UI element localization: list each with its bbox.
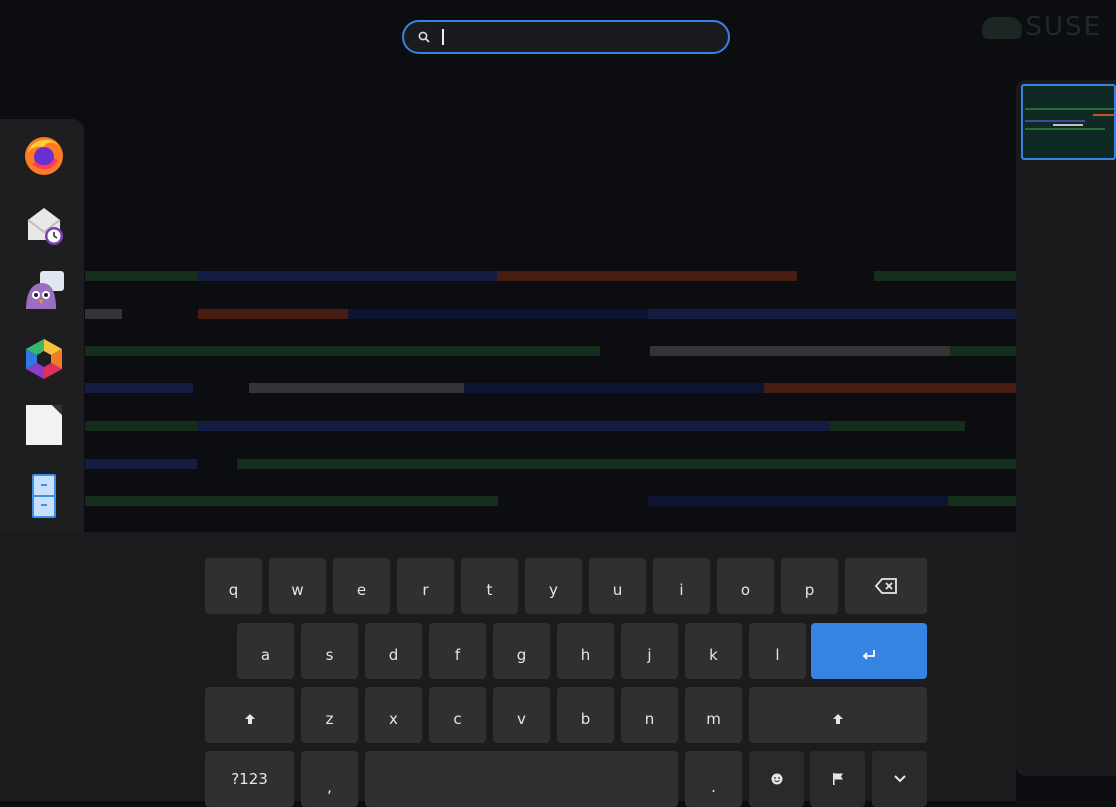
brand-text: SUSE <box>1025 12 1102 42</box>
flag-icon <box>832 773 843 785</box>
bg-stripe <box>348 309 648 319</box>
key-o[interactable]: o <box>717 558 774 614</box>
search-input[interactable] <box>438 27 712 47</box>
bg-stripe <box>648 496 948 506</box>
file-cabinet-icon <box>32 474 56 518</box>
bg-stripe <box>197 271 497 281</box>
mail-clock-icon <box>27 208 63 245</box>
search-icon <box>418 28 430 47</box>
enter-key[interactable] <box>811 623 927 679</box>
dash-item-file-cabinet[interactable] <box>22 474 66 518</box>
thumb-line <box>1025 128 1105 130</box>
key-v[interactable]: v <box>493 687 550 743</box>
key-c[interactable]: c <box>429 687 486 743</box>
bg-stripe <box>948 496 1016 506</box>
key-l[interactable]: l <box>749 623 806 679</box>
key-r[interactable]: r <box>397 558 454 614</box>
bg-stripe <box>85 459 197 469</box>
bg-stripe <box>830 421 965 431</box>
dash-item-evolution[interactable] <box>22 204 66 248</box>
key-s[interactable]: s <box>301 623 358 679</box>
document-icon <box>26 405 62 445</box>
key-g[interactable]: g <box>493 623 550 679</box>
key-k[interactable]: k <box>685 623 742 679</box>
bg-stripe <box>874 271 1016 281</box>
comma-key[interactable]: , <box>301 751 358 807</box>
backspace-icon <box>875 578 897 594</box>
suse-logo: SUSE <box>981 12 1102 42</box>
hide-keyboard-key[interactable] <box>872 751 927 807</box>
shift-icon <box>244 714 255 724</box>
dash-item-pidgin[interactable] <box>22 269 66 313</box>
bg-stripe <box>650 346 950 356</box>
key-x[interactable]: x <box>365 687 422 743</box>
key-z[interactable]: z <box>301 687 358 743</box>
bg-stripe <box>85 309 122 319</box>
enter-icon <box>862 650 875 660</box>
key-y[interactable]: y <box>525 558 582 614</box>
shift-icon <box>833 714 843 724</box>
shift-key-left[interactable] <box>205 687 294 743</box>
chameleon-icon <box>981 16 1022 39</box>
bg-stripe <box>85 421 197 431</box>
bg-stripe <box>85 383 193 393</box>
key-d[interactable]: d <box>365 623 422 679</box>
bg-stripe <box>950 346 1016 356</box>
thumb-line <box>1093 114 1114 116</box>
key-n[interactable]: n <box>621 687 678 743</box>
key-j[interactable]: j <box>621 623 678 679</box>
chevron-down-icon <box>893 775 906 783</box>
key-b[interactable]: b <box>557 687 614 743</box>
bg-stripe <box>648 309 1016 319</box>
bg-stripe <box>764 383 1016 393</box>
key-m[interactable]: m <box>685 687 742 743</box>
shift-key-right[interactable] <box>749 687 927 743</box>
bg-stripe <box>237 459 1016 469</box>
key-a[interactable]: a <box>237 623 294 679</box>
key-w[interactable]: w <box>269 558 326 614</box>
bg-stripe <box>249 383 464 393</box>
dash-item-libreoffice[interactable] <box>22 403 66 447</box>
bg-stripe <box>198 309 348 319</box>
bg-stripe <box>197 421 830 431</box>
bg-stripe <box>85 496 498 506</box>
on-screen-keyboard: q w e r t y u i o p a s d f g h j k l z … <box>0 532 1016 807</box>
key-p[interactable]: p <box>781 558 838 614</box>
hexagon-color-icon <box>26 339 62 379</box>
key-t[interactable]: t <box>461 558 518 614</box>
firefox-icon <box>25 137 63 175</box>
emoji-key[interactable] <box>749 751 804 807</box>
bg-stripe <box>85 271 197 281</box>
bg-stripe <box>464 383 764 393</box>
workspace-thumbnail[interactable] <box>1021 84 1116 160</box>
key-e[interactable]: e <box>333 558 390 614</box>
bg-stripe <box>85 346 600 356</box>
dash-item-color-app[interactable] <box>22 337 66 381</box>
key-u[interactable]: u <box>589 558 646 614</box>
search-entry[interactable] <box>402 20 730 54</box>
dash-item-firefox[interactable] <box>22 133 66 177</box>
thumb-line <box>1053 124 1083 126</box>
thumb-line <box>1025 108 1114 110</box>
period-key[interactable]: . <box>685 751 742 807</box>
space-key[interactable] <box>365 751 678 807</box>
chat-bird-icon <box>26 271 64 309</box>
backspace-key[interactable] <box>845 558 927 614</box>
bg-stripe <box>497 271 797 281</box>
text-cursor <box>442 29 444 45</box>
key-h[interactable]: h <box>557 623 614 679</box>
thumb-line <box>1025 120 1085 122</box>
key-f[interactable]: f <box>429 623 486 679</box>
numeric-key[interactable]: ?123 <box>205 751 294 807</box>
emoji-icon <box>771 773 782 785</box>
key-i[interactable]: i <box>653 558 710 614</box>
language-key[interactable] <box>810 751 865 807</box>
workspace-panel <box>1016 80 1116 776</box>
key-q[interactable]: q <box>205 558 262 614</box>
